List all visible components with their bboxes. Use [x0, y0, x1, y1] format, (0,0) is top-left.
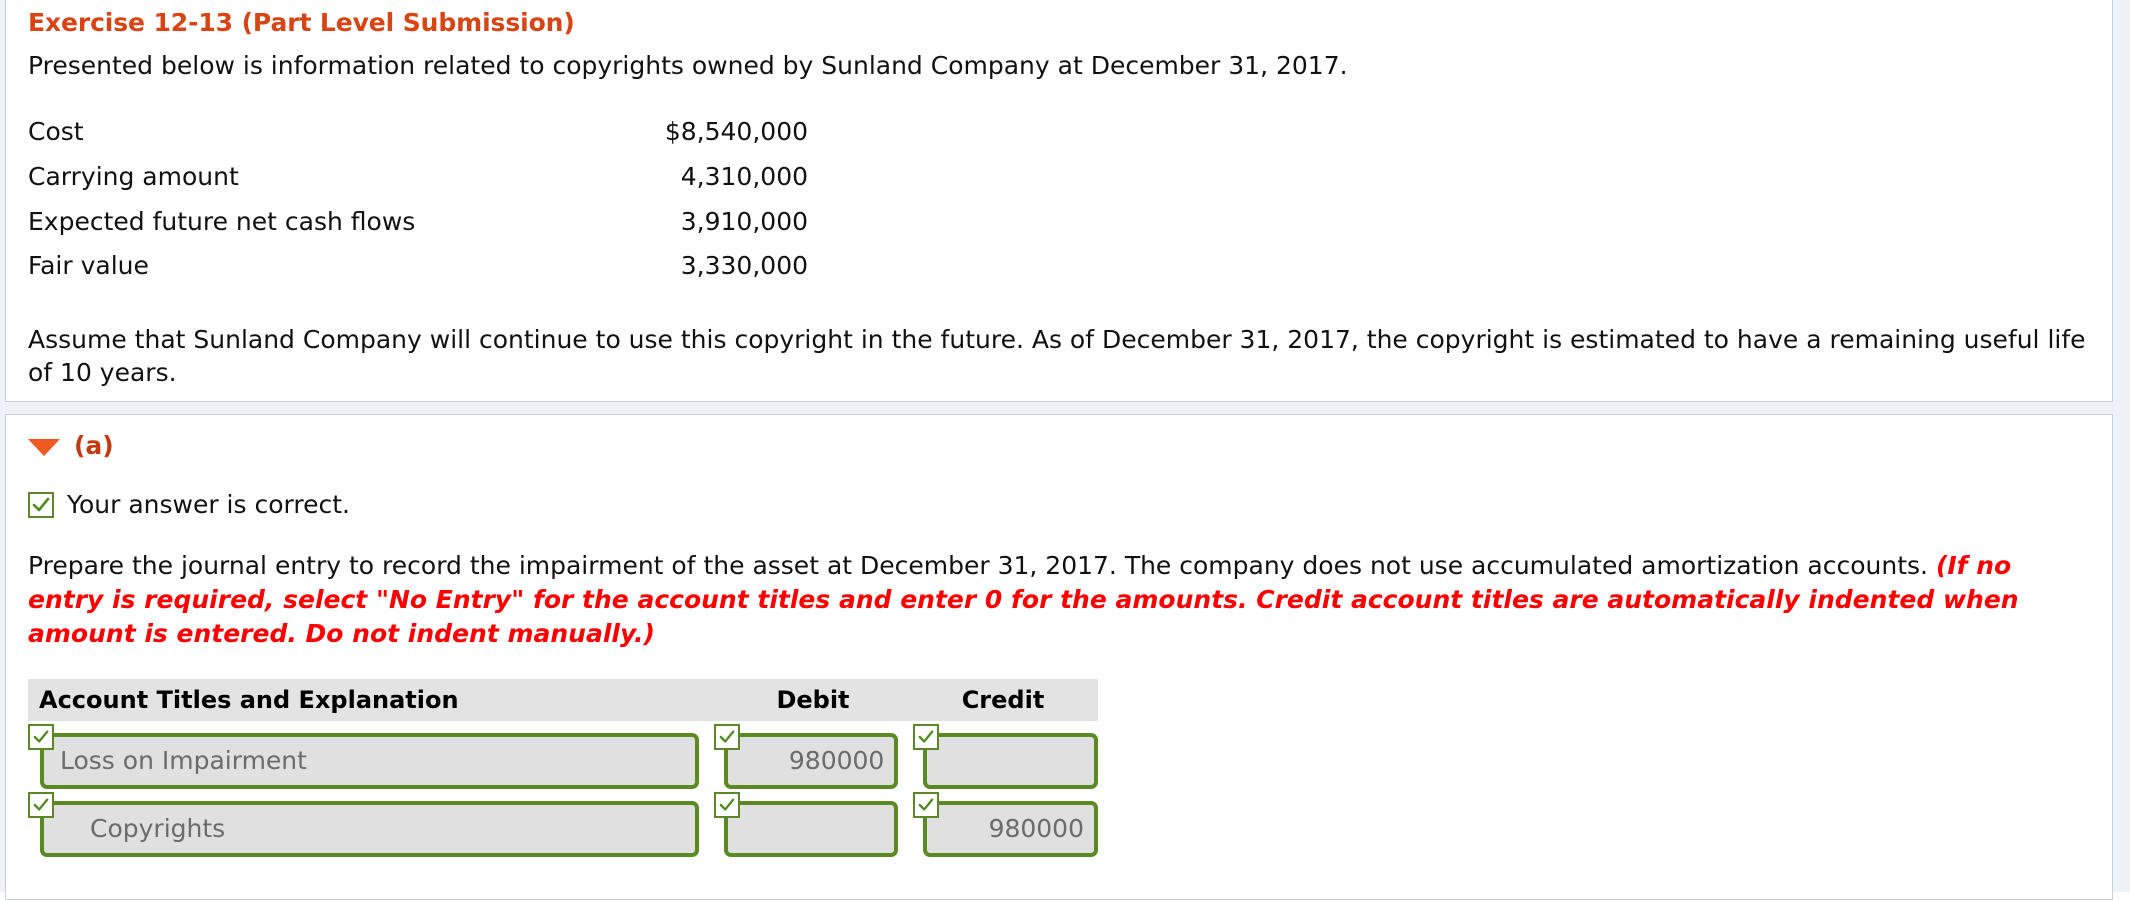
fact-value: 3,330,000 — [680, 251, 808, 281]
exercise-info-panel: Exercise 12-13 (Part Level Submission) P… — [5, 0, 2113, 402]
table-row: Expected future net cash flows 3,910,000 — [28, 200, 948, 245]
copyright-facts-table: Cost $8,540,000 Carrying amount 4,310,00… — [28, 110, 948, 289]
table-row: Copyrights 980000 — [28, 792, 1098, 857]
table-row: Fair value 3,330,000 — [28, 244, 948, 289]
debit-cell — [713, 792, 899, 857]
assumption-text: Assume that Sunland Company will continu… — [28, 325, 2086, 387]
column-header-debit: Debit — [776, 686, 850, 714]
table-row: Cost $8,540,000 — [28, 110, 948, 155]
part-a-header[interactable]: (a) — [28, 415, 2090, 460]
account-cell: Loss on Impairment — [28, 724, 699, 789]
question-prompt: Prepare the journal entry to record the … — [28, 519, 2090, 651]
debit-amount-input[interactable]: 980000 — [723, 733, 899, 789]
exercise-page: Exercise 12-13 (Part Level Submission) P… — [0, 0, 2130, 900]
fact-label: Expected future net cash flows — [28, 206, 416, 236]
journal-header-row: Account Titles and Explanation Debit Cre… — [28, 679, 1098, 721]
check-icon — [28, 724, 54, 750]
exercise-title: Exercise 12-13 (Part Level Submission) — [28, 8, 575, 37]
answer-status: Your answer is correct. — [28, 460, 2090, 519]
part-a-panel: (a) Your answer is correct. Prepare the … — [5, 414, 2113, 900]
fact-label: Carrying amount — [28, 161, 239, 191]
answer-status-text: Your answer is correct. — [67, 490, 350, 519]
facts-body: Cost $8,540,000 Carrying amount 4,310,00… — [28, 110, 948, 289]
journal-entry-table: Account Titles and Explanation Debit Cre… — [28, 679, 1098, 857]
column-header-account: Account Titles and Explanation — [39, 686, 459, 714]
account-title-input[interactable]: Copyrights — [40, 801, 699, 857]
column-header-credit: Credit — [961, 686, 1045, 714]
table-row: Loss on Impairment 980000 — [28, 724, 1098, 789]
fact-value: 3,910,000 — [680, 206, 808, 236]
triangle-down-icon[interactable] — [28, 438, 60, 456]
credit-amount-input[interactable] — [923, 733, 1098, 789]
fact-label: Fair value — [28, 251, 149, 281]
check-icon — [28, 792, 54, 818]
exercise-intro-text: Presented below is information related t… — [28, 51, 1348, 80]
account-title-input[interactable]: Loss on Impairment — [40, 733, 699, 789]
credit-cell: 980000 — [913, 792, 1098, 857]
check-icon — [28, 491, 54, 518]
check-icon — [713, 724, 740, 750]
question-prompt-plain: Prepare the journal entry to record the … — [28, 551, 1936, 580]
credit-cell — [913, 724, 1098, 789]
debit-cell: 980000 — [713, 724, 899, 789]
credit-amount-input[interactable]: 980000 — [923, 801, 1098, 857]
check-icon — [913, 792, 940, 818]
account-cell: Copyrights — [28, 792, 699, 857]
table-row: Carrying amount 4,310,000 — [28, 155, 948, 200]
fact-label: Cost — [28, 117, 84, 146]
check-icon — [713, 792, 740, 818]
fact-value: 4,310,000 — [680, 161, 808, 191]
fact-value: $8,540,000 — [664, 117, 808, 146]
check-icon — [913, 724, 940, 750]
debit-amount-input[interactable] — [723, 801, 899, 857]
part-a-label: (a) — [74, 431, 114, 460]
